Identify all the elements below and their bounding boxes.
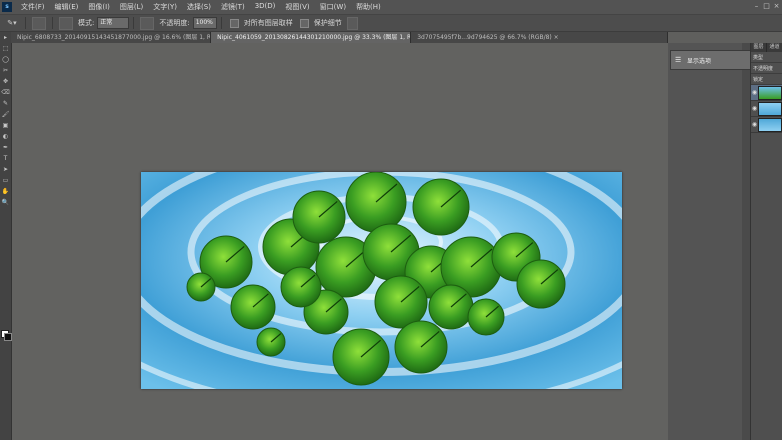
options-separator	[220, 17, 222, 29]
tool-icon-11[interactable]: T	[1, 155, 10, 163]
menu-item-8[interactable]: 视图(V)	[280, 2, 314, 12]
document-tabs: Nipic_6808733_20140915143451877000.jpg @…	[11, 32, 668, 43]
protect-detail-checkbox[interactable]	[299, 18, 309, 28]
background-color-swatch[interactable]	[4, 333, 12, 341]
menu-bar: s 文件(F) 编辑(E) 图像(I) 图层(L) 文字(Y) 选择(S) 滤镜(T) 3D(…	[0, 0, 782, 15]
menu-icon: ☰	[675, 56, 682, 64]
tool-icon-8[interactable]: ▣	[1, 122, 10, 130]
tool-icon-15[interactable]: 🔍	[1, 199, 10, 207]
mode-select[interactable]: 正常	[97, 17, 130, 29]
options-separator	[25, 17, 26, 29]
layer-row[interactable]: ◉	[751, 85, 782, 101]
layer-thumbnail	[758, 101, 782, 116]
tool-icon-12[interactable]: ➤	[1, 166, 10, 174]
menu-item-9[interactable]: 窗口(W)	[315, 2, 351, 12]
sample-all-layers-label: 对所有图层取样	[243, 19, 293, 27]
display-options-label: 显示选项	[687, 57, 712, 65]
menu-item-0[interactable]: 文件(F)	[16, 2, 50, 12]
maximize-icon[interactable]: □	[762, 2, 771, 11]
layer-row[interactable]: ◉	[751, 117, 782, 133]
source-button[interactable]	[140, 16, 155, 30]
menu-item-1[interactable]: 编辑(E)	[50, 2, 84, 12]
brush-icon: ✎▾	[7, 19, 17, 27]
eye-icon[interactable]: ◉	[751, 89, 758, 96]
tool-icon-1[interactable]: ⬚	[1, 45, 10, 53]
menu-item-5[interactable]: 选择(S)	[182, 2, 216, 12]
tool-preset-picker[interactable]: ✎▾	[3, 17, 21, 29]
layer-thumbnail	[758, 117, 782, 132]
vertical-scrollbar[interactable]	[742, 43, 750, 440]
menu-item-7[interactable]: 3D(D)	[250, 2, 281, 12]
document-tab-2[interactable]: 3d7075495f7b...9d794625 @ 66.7% (RGB/8) …	[411, 32, 668, 43]
canvas-area[interactable]	[12, 43, 669, 440]
layer-list: ◉ ◉ ◉	[751, 85, 782, 133]
close-icon[interactable]: ×	[772, 2, 781, 11]
tool-icon-7[interactable]: 🖌	[1, 111, 10, 119]
tool-icon-13[interactable]: ▭	[1, 177, 10, 185]
menu-item-10[interactable]: 帮助(H)	[351, 2, 386, 12]
menu-item-3[interactable]: 图层(L)	[115, 2, 148, 12]
lily-pad-image	[141, 172, 622, 389]
options-separator	[133, 17, 135, 29]
tool-icon-2[interactable]: ◯	[1, 56, 10, 64]
tool-icon-4[interactable]: ✥	[1, 78, 10, 86]
menu-item-2[interactable]: 图像(I)	[83, 2, 115, 12]
menu-list: 文件(F) 编辑(E) 图像(I) 图层(L) 文字(Y) 选择(S) 滤镜(T) 3D(D)…	[16, 2, 386, 12]
minimize-icon[interactable]: –	[752, 2, 761, 11]
brush-settings-button[interactable]	[32, 16, 46, 30]
tool-icon-3[interactable]: ✂	[1, 67, 10, 75]
options-bar: ✎▾ 模式: 正常 不透明度: 100% 对所有图层取样 保护细节	[0, 15, 782, 32]
panel-control-2[interactable]: 锁定	[751, 74, 782, 85]
layers-panel: 图层 通道 类型 不透明度 锁定 ◉ ◉ ◉	[750, 43, 782, 440]
tool-icon-6[interactable]: ✎	[1, 100, 10, 108]
document-tab-1[interactable]: Nipic_4061059_20130826144301210000.jpg @…	[211, 32, 412, 43]
tools-panel: ▸ ⬚ ◯ ✂ ✥ ⌫ ✎ 🖌 ▣ ◐ ✒ T ➤ ▭ ✋ 🔍	[0, 32, 12, 440]
panel-control-0[interactable]: 类型	[751, 52, 782, 63]
tool-icon-9[interactable]: ◐	[1, 133, 10, 141]
layer-thumbnail	[758, 85, 782, 100]
tool-icon-0[interactable]: ▸	[1, 34, 10, 42]
eye-icon[interactable]: ◉	[751, 121, 758, 128]
document-image[interactable]	[141, 172, 622, 389]
panel-control-1[interactable]: 不透明度	[751, 63, 782, 74]
layer-row[interactable]: ◉	[751, 101, 782, 117]
sample-all-layers-checkbox[interactable]	[229, 18, 239, 28]
pressure-button[interactable]	[346, 16, 358, 30]
panel-tab-1[interactable]: 通道	[767, 43, 782, 52]
menu-item-4[interactable]: 文字(Y)	[148, 2, 182, 12]
panel-gutter	[668, 43, 742, 440]
display-options-row[interactable]: ☰ 显示选项	[671, 56, 711, 65]
menu-item-6[interactable]: 滤镜(T)	[216, 2, 250, 12]
opacity-input[interactable]: 100%	[192, 17, 217, 29]
toggle-panel-button[interactable]	[59, 16, 73, 30]
panel-tabs: 图层 通道	[751, 43, 782, 52]
panel-rows: 类型 不透明度 锁定	[751, 52, 782, 85]
eye-icon[interactable]: ◉	[751, 105, 758, 112]
protect-detail-label: 保护细节	[313, 19, 342, 27]
panel-tab-0[interactable]: 图层	[751, 43, 767, 52]
tool-list: ▸ ⬚ ◯ ✂ ✥ ⌫ ✎ 🖌 ▣ ◐ ✒ T ➤ ▭ ✋ 🔍	[0, 34, 11, 207]
options-separator	[52, 17, 53, 29]
tool-icon-5[interactable]: ⌫	[1, 89, 10, 97]
mode-label: 模式:	[78, 19, 95, 27]
opacity-label: 不透明度:	[159, 19, 190, 27]
tool-icon-14[interactable]: ✋	[1, 188, 10, 196]
document-tab-0[interactable]: Nipic_6808733_20140915143451877000.jpg @…	[11, 32, 212, 43]
photoshop-logo: s	[2, 2, 12, 12]
tool-icon-10[interactable]: ✒	[1, 144, 10, 152]
